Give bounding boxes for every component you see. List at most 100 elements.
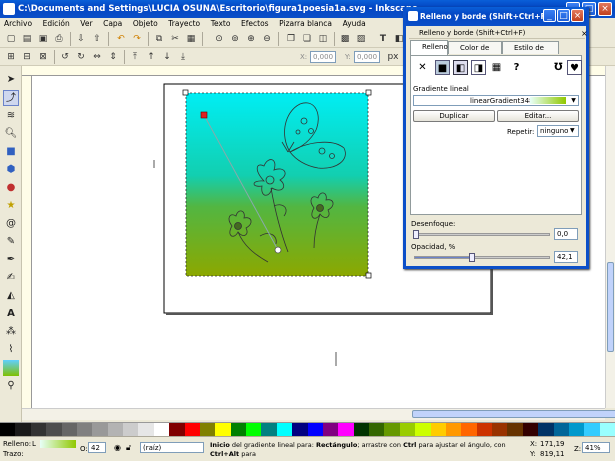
duplicate-button[interactable]: Duplicar (413, 110, 495, 122)
paste-icon[interactable]: ▦ (184, 32, 198, 46)
fill-swatch[interactable] (40, 440, 76, 448)
text-tool-icon[interactable]: T (376, 32, 390, 46)
palette-swatch[interactable] (492, 423, 508, 437)
opacity-slider-handle[interactable] (469, 253, 476, 262)
tweak-tool-icon[interactable]: ≋ (3, 108, 19, 124)
opacity-field[interactable]: 42 (88, 442, 106, 453)
palette-swatch[interactable] (599, 423, 615, 437)
menu-efectos[interactable]: Efectos (237, 18, 273, 30)
tab-color-de-trazo[interactable]: Color de trazo (448, 41, 502, 64)
palette-swatch[interactable] (46, 423, 62, 437)
vertical-scrollbar[interactable] (605, 66, 615, 408)
palette-swatch[interactable] (153, 423, 170, 437)
palette-swatch[interactable] (138, 423, 154, 437)
no-paint-icon[interactable]: ✕ (415, 60, 430, 75)
zoom-drawing-icon[interactable]: ⊚ (228, 32, 242, 46)
duplicate-icon[interactable]: ❐ (284, 32, 298, 46)
menu-pizarra-blanca[interactable]: Pizarra blanca (275, 18, 336, 30)
gradient-selector[interactable]: linearGradient3483 ▼ (413, 95, 579, 106)
dialog-maximize-button[interactable]: □ (557, 9, 570, 22)
star-tool-icon[interactable]: ★ (3, 198, 19, 214)
select-all-icon[interactable]: ⊞ (4, 50, 18, 64)
palette-swatch[interactable] (215, 423, 231, 437)
pencil-tool-icon[interactable]: ✎ (3, 234, 19, 250)
repeat-chevron-icon[interactable]: ▼ (570, 127, 575, 134)
lower-icon[interactable]: ↓ (160, 50, 174, 64)
spiral-tool-icon[interactable]: @ (3, 216, 19, 232)
connector-tool-icon[interactable]: ⌇ (3, 342, 19, 358)
rotate-ccw-icon[interactable]: ↺ (58, 50, 72, 64)
menu-ayuda[interactable]: Ayuda (339, 18, 370, 30)
menu-edicion[interactable]: Edición (39, 18, 74, 30)
rect-tool-icon[interactable]: ■ (3, 144, 19, 160)
palette-swatch[interactable] (230, 423, 246, 437)
palette-swatch[interactable] (246, 423, 262, 437)
palette-swatch[interactable] (353, 423, 369, 437)
ellipse-tool-icon[interactable]: ● (3, 180, 19, 196)
group-icon[interactable]: ▩ (338, 32, 352, 46)
open-icon[interactable]: ▤ (20, 32, 34, 46)
dialog-close-button[interactable]: × (571, 9, 584, 22)
palette-swatch[interactable] (369, 423, 385, 437)
horizontal-scroll-thumb[interactable] (412, 410, 615, 418)
palette-swatch[interactable] (522, 423, 539, 437)
palette-swatch[interactable] (338, 423, 354, 437)
palette-swatch[interactable] (107, 423, 123, 437)
flat-color-icon[interactable]: ■ (435, 60, 450, 75)
palette-swatch[interactable] (0, 423, 16, 437)
layer-visibility-icon[interactable]: ◉ (114, 443, 124, 453)
linear-gradient-icon[interactable]: ◧ (453, 60, 468, 75)
palette-swatch[interactable] (322, 423, 339, 437)
palette-swatch[interactable] (15, 423, 31, 437)
blur-field[interactable]: 0,0 (554, 228, 578, 240)
color-palette[interactable] (0, 422, 615, 437)
unit-selector[interactable]: px (386, 50, 400, 64)
clone-icon[interactable]: ❏ (300, 32, 314, 46)
palette-swatch[interactable] (568, 423, 585, 437)
palette-swatch[interactable] (169, 423, 185, 437)
radial-gradient-icon[interactable]: ◨ (471, 60, 486, 75)
opacity-field[interactable]: 42,1 (554, 251, 578, 263)
blur-slider-handle[interactable] (413, 230, 419, 239)
redo-icon[interactable]: ↷ (130, 32, 144, 46)
palette-swatch[interactable] (30, 423, 47, 437)
import-icon[interactable]: ⇩ (74, 32, 88, 46)
palette-swatch[interactable] (307, 423, 323, 437)
layer-selector[interactable]: (raíz) (140, 442, 204, 453)
text-tool-icon[interactable]: A (3, 306, 19, 322)
edit-gradient-button[interactable]: Editar... (497, 110, 579, 122)
palette-swatch[interactable] (61, 423, 77, 437)
zoom-selection-icon[interactable]: ⊙ (212, 32, 226, 46)
dialog-minimize-button[interactable]: _ (543, 9, 556, 22)
palette-swatch[interactable] (538, 423, 554, 437)
select-all-layers-icon[interactable]: ⊟ (20, 50, 34, 64)
palette-swatch[interactable] (92, 423, 108, 437)
palette-swatch[interactable] (261, 423, 277, 437)
palette-swatch[interactable] (276, 423, 293, 437)
palette-swatch[interactable] (445, 423, 462, 437)
dialog-panel-close-icon[interactable]: × (581, 29, 588, 38)
menu-trayecto[interactable]: Trayecto (164, 18, 204, 30)
menu-objeto[interactable]: Objeto (129, 18, 162, 30)
new-document-icon[interactable]: ▢ (4, 32, 18, 46)
deselect-icon[interactable]: ⊠ (36, 50, 50, 64)
fill-rule-nonzero-icon[interactable]: ♥ (567, 60, 582, 75)
zoom-tool-icon[interactable]: 🔍︎ (3, 126, 19, 142)
tab-estilo-de-trazo[interactable]: Estilo de trazo (502, 41, 559, 64)
vertical-scroll-thumb[interactable] (607, 262, 614, 352)
palette-swatch[interactable] (461, 423, 477, 437)
paint-bucket-icon[interactable]: ◭ (3, 288, 19, 304)
palette-swatch[interactable] (292, 423, 308, 437)
menu-texto[interactable]: Texto (207, 18, 235, 30)
flip-v-icon[interactable]: ⇕ (106, 50, 120, 64)
close-button[interactable]: × (598, 2, 612, 16)
zoom-width-icon[interactable]: ⊖ (260, 32, 274, 46)
unset-paint-icon[interactable]: ? (509, 60, 524, 75)
undo-icon[interactable]: ↶ (114, 32, 128, 46)
chevron-down-icon[interactable]: ▼ (569, 96, 578, 105)
palette-swatch[interactable] (184, 423, 200, 437)
export-icon[interactable]: ⇧ (90, 32, 104, 46)
palette-swatch[interactable] (399, 423, 416, 437)
unlink-clone-icon[interactable]: ◫ (316, 32, 330, 46)
palette-swatch[interactable] (553, 423, 569, 437)
